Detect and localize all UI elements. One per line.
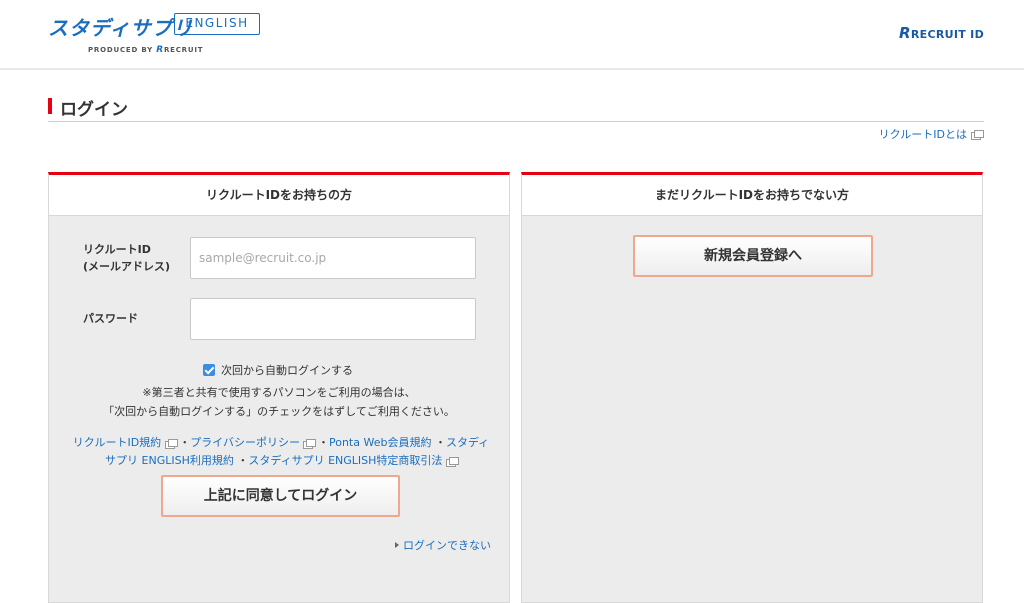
recruit-id-terms-link[interactable]: リクルートID規約 (73, 436, 161, 449)
login-panel: リクルートIDをお持ちの方 リクルートID (メールアドレス) パスワード 次回… (48, 172, 510, 603)
external-window-icon (164, 439, 178, 449)
terms-separator: ・ (434, 436, 446, 449)
auto-login-label: 次回から自動ログインする (221, 364, 353, 377)
about-recruit-id-link[interactable]: リクルートIDとは (878, 126, 984, 142)
triangle-right-icon (395, 542, 399, 548)
site-header: スタディサプリ ENGLISH PRODUCED BY RRECRUIT RRE… (0, 0, 1024, 70)
agree-and-login-button[interactable]: 上記に同意してログイン (161, 475, 400, 517)
produced-by-text: PRODUCED BY RRECRUIT (88, 45, 203, 55)
about-recruit-id-label: リクルートIDとは (878, 128, 967, 141)
register-panel: まだリクルートIDをお持ちでない方 新規会員登録へ (521, 172, 983, 603)
page-title-row: ログイン (48, 94, 984, 122)
terms-separator: ・ (317, 436, 329, 449)
external-window-icon (971, 130, 984, 140)
title-accent-bar (48, 98, 52, 114)
page-title: ログイン (60, 100, 128, 120)
terms-separator: ・ (237, 454, 249, 467)
produced-by-label: PRODUCED BY (88, 46, 153, 54)
recruit-id-logo: RRECRUIT ID (899, 24, 984, 42)
brand-title: スタディサプリ (48, 16, 194, 40)
external-window-icon (303, 439, 317, 449)
terms-links: リクルートID規約 ・プライバシーポリシー ・Ponta Web会員規約 ・スタ… (71, 434, 491, 470)
privacy-policy-link[interactable]: プライバシーポリシー (190, 436, 300, 449)
recruit-r-mark-icon: R (156, 45, 164, 55)
recruit-id-label: リクルートID (メールアドレス) (83, 243, 171, 273)
cannot-login-link[interactable]: ログインできない (395, 537, 491, 553)
recruit-r-logo-icon: R (899, 24, 911, 42)
recruit-id-input[interactable] (190, 237, 476, 279)
shared-pc-notice: ※第三者と共有で使用するパソコンをご利用の場合は、 「次回から自動ログインする」… (49, 383, 509, 421)
terms-separator: ・ (179, 436, 191, 449)
checkbox-checked-icon[interactable] (203, 364, 215, 376)
commerce-law-link[interactable]: スタディサプリ ENGLISH特定商取引法 (248, 454, 442, 467)
cannot-login-label: ログインできない (403, 539, 491, 552)
auto-login-checkbox[interactable]: 次回から自動ログインする (203, 362, 353, 378)
new-registration-button[interactable]: 新規会員登録へ (633, 235, 873, 277)
produced-brand-name: RECRUIT (163, 46, 204, 54)
login-panel-heading: リクルートIDをお持ちの方 (49, 175, 509, 216)
brand-badge: ENGLISH (174, 13, 260, 35)
notice-line-2: 「次回から自動ログインする」のチェックをはずしてご利用ください。 (103, 405, 455, 418)
password-label: パスワード (83, 312, 138, 325)
register-panel-heading: まだリクルートIDをお持ちでない方 (522, 175, 982, 216)
external-window-icon (445, 457, 459, 467)
recruit-id-logo-text: RECRUIT ID (910, 28, 984, 41)
ponta-terms-link[interactable]: Ponta Web会員規約 (329, 436, 431, 449)
password-input[interactable] (190, 298, 476, 340)
notice-line-1: ※第三者と共有で使用するパソコンをご利用の場合は、 (142, 386, 416, 399)
